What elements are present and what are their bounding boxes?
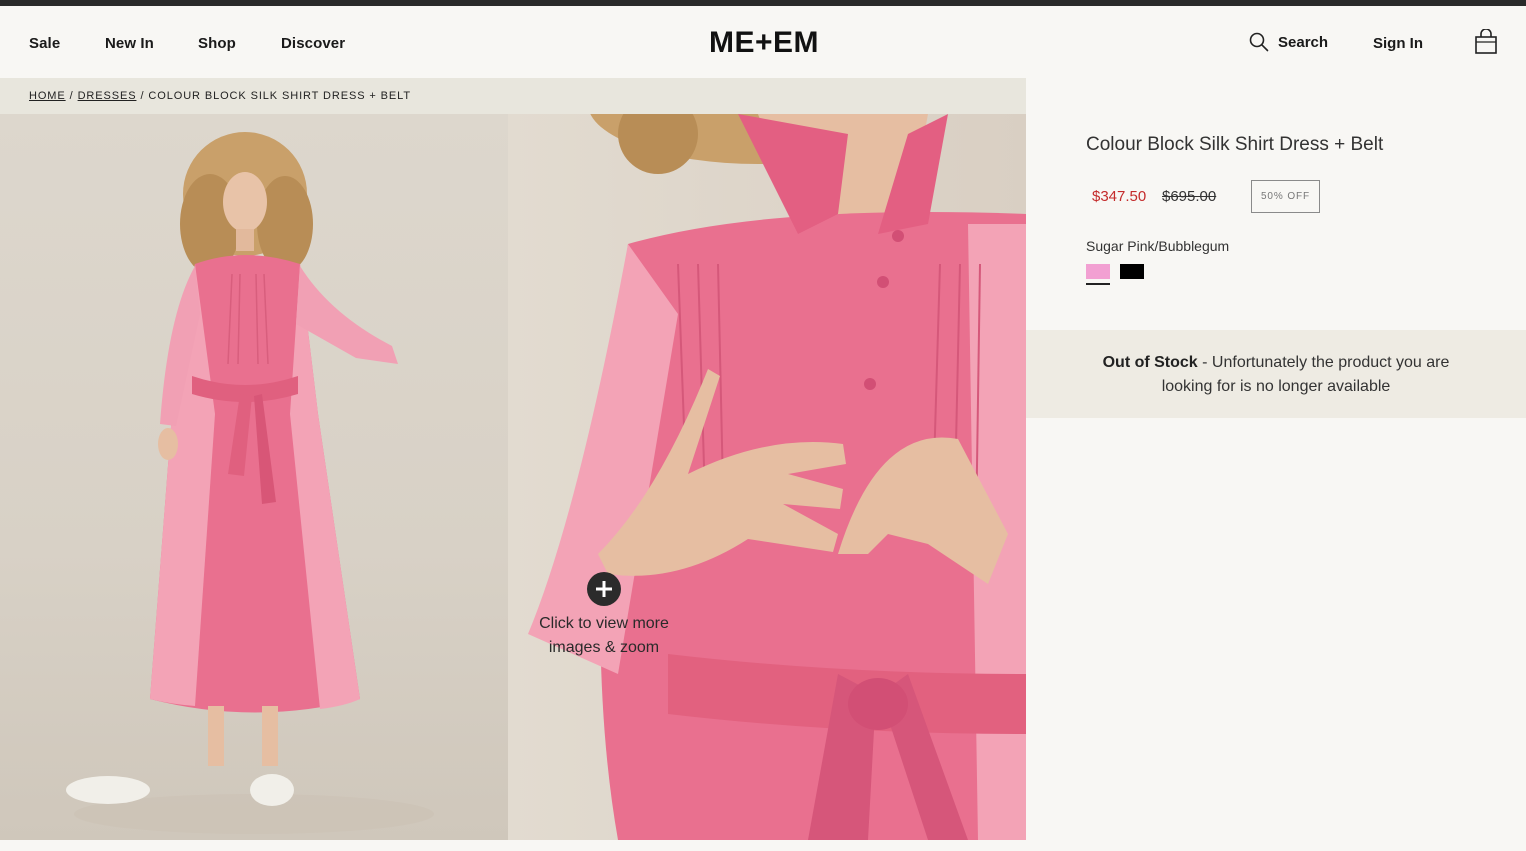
breadcrumb-current: COLOUR BLOCK SILK SHIRT DRESS + BELT <box>148 90 411 102</box>
product-image-full-length[interactable] <box>0 114 508 840</box>
selected-colour-name: Sugar Pink/Bubblegum <box>1086 238 1230 254</box>
breadcrumb-separator: / <box>69 90 74 102</box>
breadcrumb-bar: HOME / DRESSES / COLOUR BLOCK SILK SHIRT… <box>0 78 1026 114</box>
breadcrumb-dresses[interactable]: DRESSES <box>78 90 137 102</box>
stock-status: Out of Stock <box>1102 354 1198 371</box>
swatch-sugar-pink[interactable] <box>1086 264 1110 279</box>
product-title: Colour Block Silk Shirt Dress + Belt <box>1086 134 1384 155</box>
search-label: Search <box>1278 33 1329 51</box>
breadcrumb-separator: / <box>140 90 145 102</box>
plus-icon[interactable] <box>587 572 621 606</box>
brand-logo[interactable]: ME+EM <box>709 26 819 60</box>
shopping-bag-icon[interactable] <box>1474 29 1498 55</box>
product-info-panel: Colour Block Silk Shirt Dress + Belt $34… <box>1026 78 1526 851</box>
discount-badge: 50% OFF <box>1251 180 1320 213</box>
closeup-photo-illustration <box>528 114 1026 840</box>
search-icon <box>1249 32 1269 52</box>
page-bottom <box>0 840 1526 851</box>
model-photo-illustration <box>66 132 434 834</box>
search-button[interactable]: Search <box>1249 32 1328 52</box>
selected-swatch-indicator <box>1086 283 1110 285</box>
zoom-hint-line-2: images & zoom <box>548 639 660 656</box>
original-price: $695.00 <box>1162 188 1217 205</box>
stock-notice: Out of Stock - Unfortunately the product… <box>1026 330 1526 418</box>
breadcrumb: HOME / DRESSES / COLOUR BLOCK SILK SHIRT… <box>29 90 411 102</box>
sale-price: $347.50 <box>1092 188 1147 205</box>
stock-message: - Unfortunately the product you are look… <box>1161 354 1450 395</box>
nav-discover[interactable]: Discover <box>281 35 345 52</box>
zoom-hint[interactable]: Click to view more images & zoom <box>528 572 680 660</box>
product-image-close-up[interactable] <box>508 114 1026 840</box>
nav-sale[interactable]: Sale <box>29 35 60 52</box>
site-header: Sale New In Shop Discover ME+EM Search S… <box>0 6 1526 78</box>
swatch-black[interactable] <box>1120 264 1144 279</box>
breadcrumb-home[interactable]: HOME <box>29 90 66 102</box>
sign-in-link[interactable]: Sign In <box>1373 35 1423 52</box>
zoom-hint-line-1: Click to view more <box>539 615 669 632</box>
nav-shop[interactable]: Shop <box>198 35 236 52</box>
nav-new-in[interactable]: New In <box>105 35 154 52</box>
